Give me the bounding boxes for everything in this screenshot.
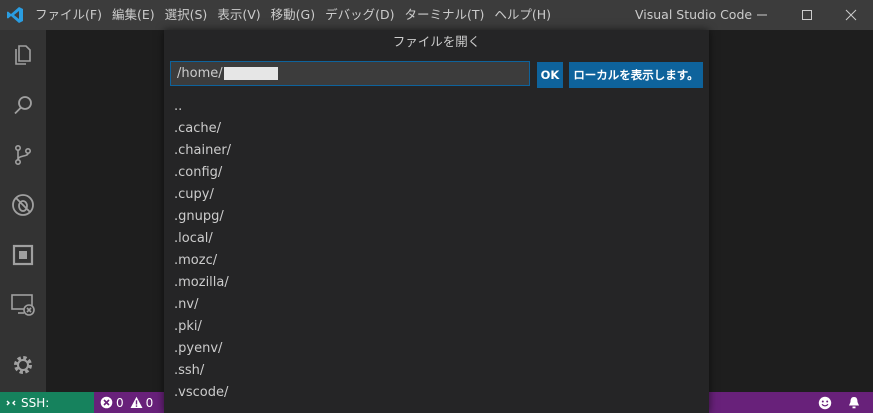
remote-label: SSH: (21, 395, 50, 410)
bell-icon[interactable] (848, 392, 860, 413)
ok-button[interactable]: OK (537, 62, 563, 88)
path-input[interactable]: /home/ (170, 61, 530, 86)
list-item[interactable]: .cache/ (164, 118, 709, 140)
menu-file[interactable]: ファイル(F) (30, 0, 107, 30)
list-item[interactable]: .ssh/ (164, 360, 709, 382)
source-control-icon[interactable] (8, 140, 38, 170)
open-file-dialog: ファイルを開く /home/ OK ローカルを表示します。 .. .cache/… (164, 30, 709, 413)
list-item[interactable]: .vscode/ (164, 382, 709, 404)
extensions-icon[interactable] (8, 240, 38, 270)
menu-debug[interactable]: デバッグ(D) (320, 0, 399, 30)
minimize-icon[interactable] (742, 0, 782, 30)
warning-count: 0 (145, 395, 154, 410)
error-icon (100, 396, 113, 409)
list-item[interactable]: .pki/ (164, 316, 709, 338)
menu-selection[interactable]: 選択(S) (160, 0, 213, 30)
activity-bar (0, 30, 46, 392)
redacted-username (223, 67, 278, 80)
explorer-icon[interactable] (8, 40, 38, 70)
app-title: Visual Studio Code (635, 7, 753, 22)
maximize-icon[interactable] (787, 0, 827, 30)
gear-icon[interactable] (8, 350, 38, 380)
list-item[interactable]: .mozc/ (164, 250, 709, 272)
file-list: .. .cache/ .chainer/ .config/ .cupy/ .gn… (164, 96, 709, 404)
menu-terminal[interactable]: ターミナル(T) (399, 0, 489, 30)
show-local-button[interactable]: ローカルを表示します。 (569, 62, 703, 88)
dialog-title: ファイルを開く (392, 34, 481, 49)
path-value: /home/ (177, 66, 223, 81)
menu-view[interactable]: 表示(V) (212, 0, 265, 30)
list-item[interactable]: .gnupg/ (164, 206, 709, 228)
menu-go[interactable]: 移動(G) (266, 0, 320, 30)
list-item[interactable]: .nv/ (164, 294, 709, 316)
debug-icon[interactable] (8, 190, 38, 220)
remote-icon (6, 398, 16, 408)
list-item[interactable]: .local/ (164, 228, 709, 250)
search-icon[interactable] (8, 90, 38, 120)
menu-bar: ファイル(F) 編集(E) 選択(S) 表示(V) 移動(G) デバッグ(D) … (30, 0, 556, 30)
smiley-icon[interactable] (818, 392, 832, 413)
menu-edit[interactable]: 編集(E) (107, 0, 160, 30)
list-item[interactable]: .mozilla/ (164, 272, 709, 294)
close-icon[interactable] (831, 0, 871, 30)
warning-icon (130, 396, 143, 409)
vscode-logo-icon (0, 0, 30, 30)
problems-indicator[interactable]: 0 0 (100, 392, 153, 413)
remote-explorer-icon[interactable] (8, 290, 38, 320)
remote-indicator[interactable]: SSH: (0, 392, 94, 413)
list-item[interactable]: .chainer/ (164, 140, 709, 162)
list-item[interactable]: .. (164, 96, 709, 118)
error-count: 0 (116, 395, 124, 410)
title-bar: ファイル(F) 編集(E) 選択(S) 表示(V) 移動(G) デバッグ(D) … (0, 0, 873, 30)
list-item[interactable]: .config/ (164, 162, 709, 184)
list-item[interactable]: .cupy/ (164, 184, 709, 206)
list-item[interactable]: .pyenv/ (164, 338, 709, 360)
menu-help[interactable]: ヘルプ(H) (489, 0, 556, 30)
